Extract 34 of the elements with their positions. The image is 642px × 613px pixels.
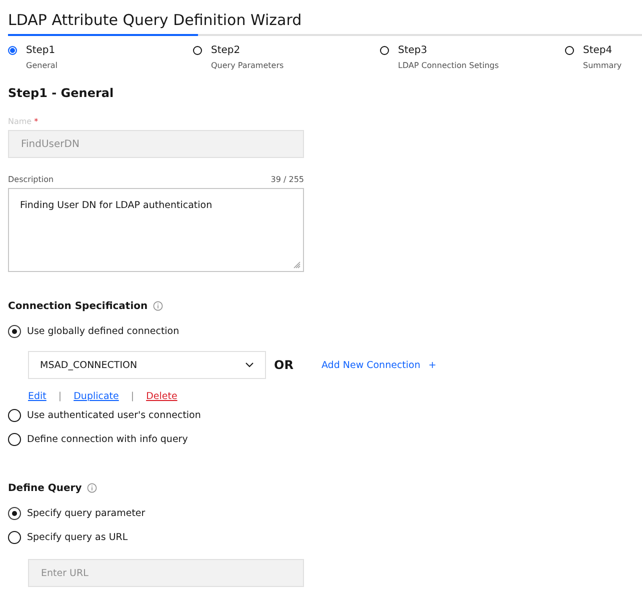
radio-button[interactable] [8,530,21,544]
field-label: Name * [8,117,40,126]
radio-label[interactable]: Use globally defined connection [27,326,180,336]
radio-button[interactable] [8,432,21,446]
window-title: LDAP Attribute Query Definition Wizard [7,10,303,31]
chevron-down-icon [245,362,254,368]
or-label: OR [274,358,294,372]
radio-label[interactable]: Define connection with info query [27,434,188,444]
connection-dropdown[interactable]: MSAD_CONNECTION [28,351,266,379]
description-field[interactable]: Finding User DN for LDAP authentication [8,188,304,272]
info-icon[interactable] [86,483,97,493]
action-link[interactable]: Edit [28,390,46,402]
separator: | [58,390,62,402]
action-link[interactable]: Duplicate [74,390,119,402]
section-heading: Define Query [8,482,82,494]
radio-button[interactable] [8,506,21,520]
wizard-step[interactable]: Step1 General [8,42,58,72]
info-icon[interactable] [152,301,163,311]
separator: | [130,390,134,402]
section-heading: Connection Specification [8,300,148,312]
wizard-step[interactable]: Step3 LDAP Connection Setings [380,42,499,72]
resize-handle-icon[interactable] [293,261,301,269]
radio-button[interactable] [8,324,21,338]
section-title: Step1 - General [7,85,115,102]
add-connection-link[interactable]: Add New Connection + [321,360,436,370]
character-counter: 39 / 255 [270,175,304,184]
action-link[interactable]: Delete [146,390,178,402]
radio-button[interactable] [8,408,21,422]
radio-label[interactable]: Use authenticated user's connection [27,410,201,420]
wizard-step[interactable]: Step2 Query Parameters [193,42,284,72]
radio-label[interactable]: Specify query parameter [27,508,146,518]
wizard-step[interactable]: Step4 Summary [565,42,622,72]
radio-label[interactable]: Specify query as URL [27,532,128,542]
field-label: Description [8,175,54,184]
